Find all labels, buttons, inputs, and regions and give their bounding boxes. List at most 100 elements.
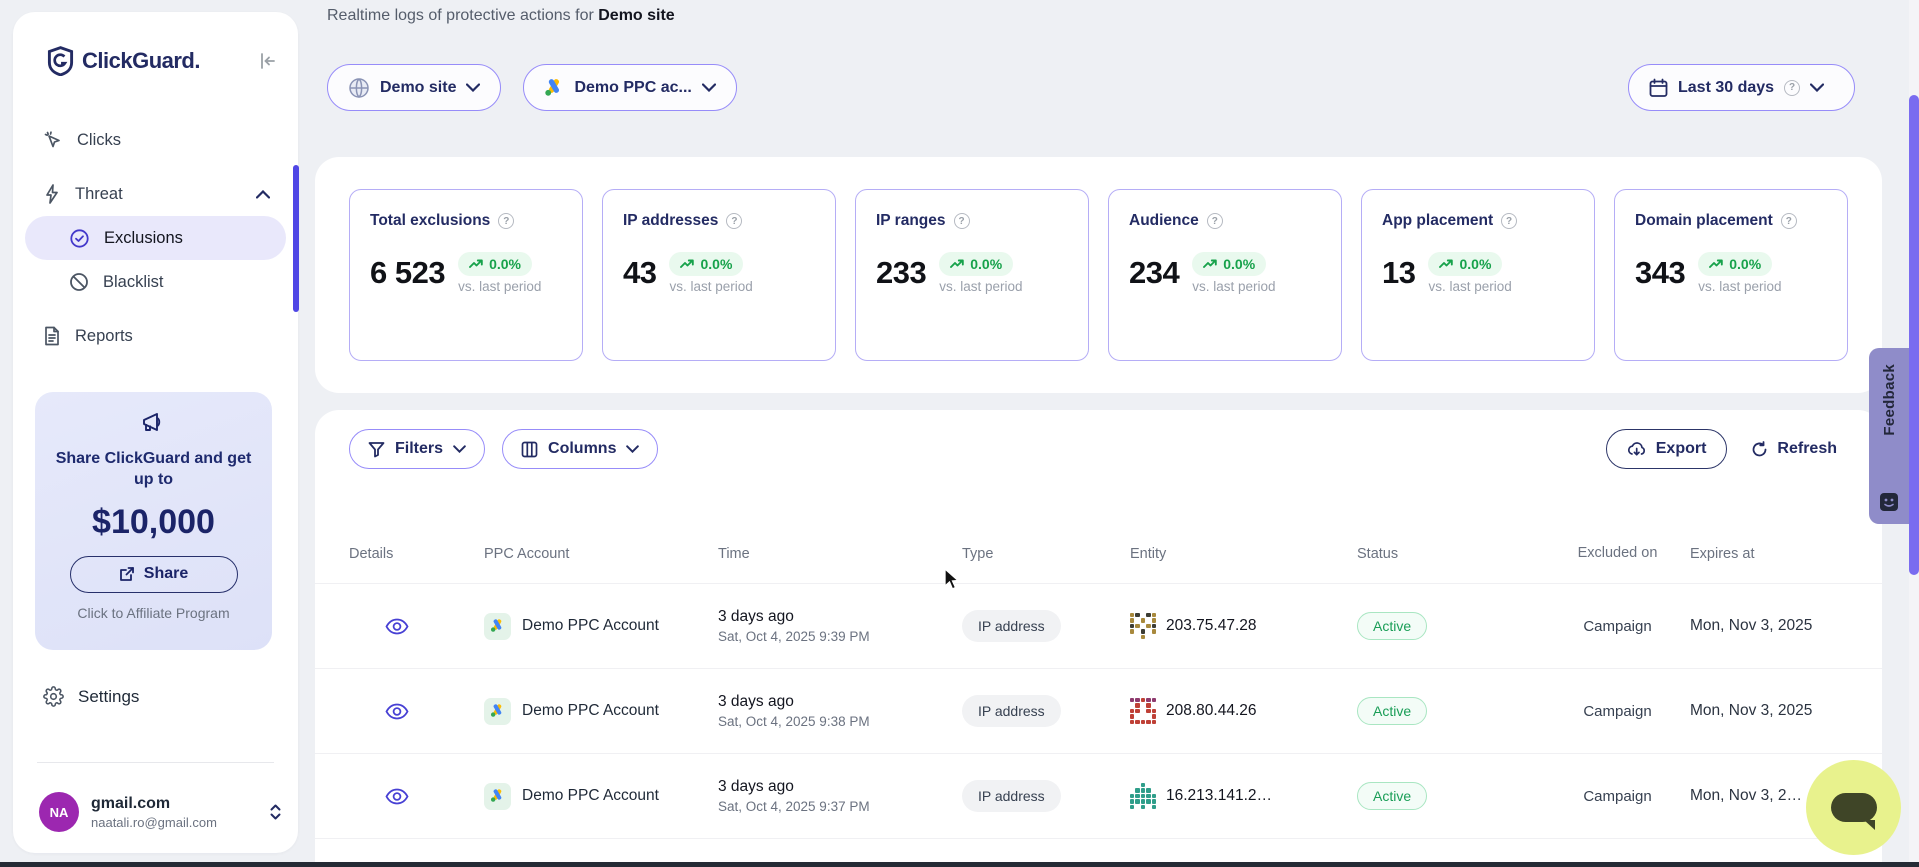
view-details-eye-icon[interactable] <box>385 618 484 635</box>
stat-value: 43 <box>623 255 656 291</box>
stat-card-4: App placement?130.0%vs. last period <box>1361 189 1595 361</box>
sort-chevrons-icon <box>269 802 282 822</box>
ppc-account-name: Demo PPC Account <box>522 787 659 805</box>
promo-amount: $10,000 <box>35 503 272 542</box>
chevron-down-icon <box>626 445 639 453</box>
stat-delta-badge: 0.0% <box>458 252 532 276</box>
stat-title-text: IP ranges <box>876 212 946 230</box>
filters-dropdown[interactable]: Filters <box>349 429 485 469</box>
stat-title-text: App placement <box>1382 212 1493 230</box>
sidebar-item-clicks[interactable]: Clicks <box>25 118 286 162</box>
sidebar-item-label: Exclusions <box>104 229 183 248</box>
chevron-down-icon <box>466 83 480 92</box>
stat-card-title: IP addresses? <box>623 212 815 230</box>
stat-title-text: Audience <box>1129 212 1199 230</box>
type-cell: IP address <box>962 780 1130 812</box>
cloud-download-icon <box>1627 441 1646 457</box>
page-scrollbar-thumb[interactable] <box>1909 95 1919 575</box>
affiliate-promo-card[interactable]: Share ClickGuard and get up to $10,000 S… <box>35 392 272 650</box>
status-badge: Active <box>1357 612 1427 640</box>
columns-label: Columns <box>548 440 616 458</box>
stat-caption: vs. last period <box>458 279 541 294</box>
sidebar-collapse-icon[interactable] <box>258 51 278 71</box>
trend-up-icon <box>1203 259 1217 269</box>
stat-value-row: 6 5230.0%vs. last period <box>370 252 562 294</box>
sidebar-scrollbar[interactable] <box>293 165 299 312</box>
sidebar-item-label: Reports <box>75 327 133 346</box>
help-icon: ? <box>726 213 742 229</box>
ban-icon <box>69 272 89 292</box>
stat-caption: vs. last period <box>1698 279 1781 294</box>
stat-delta-block: 0.0% vs. last period <box>458 252 541 294</box>
excluded-on-cell: Campaign <box>1545 703 1690 720</box>
sidebar-item-blacklist[interactable]: Blacklist <box>25 260 286 304</box>
trend-up-icon <box>1439 259 1453 269</box>
stat-card-title: App placement? <box>1382 212 1574 230</box>
stat-delta-block: 0.0%vs. last period <box>1192 252 1275 294</box>
site-selector-dropdown[interactable]: Demo site <box>327 64 501 111</box>
type-badge: IP address <box>962 780 1061 812</box>
gear-icon <box>43 686 64 707</box>
column-header-entity: Entity <box>1130 546 1357 562</box>
sidebar-item-threat[interactable]: Threat <box>25 172 286 216</box>
time-cell: 3 days agoSat, Oct 4, 2025 9:39 PM <box>718 608 962 644</box>
ppc-account-selector-dropdown[interactable]: Demo PPC ac... <box>523 64 736 111</box>
badge-check-icon <box>69 228 90 249</box>
time-full: Sat, Oct 4, 2025 9:37 PM <box>718 799 962 814</box>
calendar-icon <box>1649 78 1668 98</box>
page-subtitle: Realtime logs of protective actions for … <box>327 7 675 25</box>
sidebar-item-label: Threat <box>75 185 123 204</box>
view-details-eye-icon[interactable] <box>385 788 484 805</box>
user-menu[interactable]: NA gmail.com naatali.ro@gmail.com <box>39 792 282 832</box>
column-header-details: Details <box>349 546 484 562</box>
stat-delta-badge: 0.0% <box>1698 252 1772 276</box>
stat-card-2: IP ranges?2330.0%vs. last period <box>855 189 1089 361</box>
chevron-up-icon <box>256 190 270 199</box>
time-cell: 3 days agoSat, Oct 4, 2025 9:37 PM <box>718 778 962 814</box>
help-icon: ? <box>1784 80 1800 96</box>
time-full: Sat, Oct 4, 2025 9:38 PM <box>718 714 962 729</box>
subtitle-text: Realtime logs of protective actions for <box>327 7 598 24</box>
excluded-on-cell: Campaign <box>1545 618 1690 635</box>
feedback-tab[interactable]: Feedback <box>1869 348 1909 524</box>
stat-card-3: Audience?2340.0%vs. last period <box>1108 189 1342 361</box>
table-header-row: DetailsPPC AccountTimeTypeEntityStatusEx… <box>315 528 1882 580</box>
sidebar-item-exclusions[interactable]: Exclusions <box>25 216 286 260</box>
sidebar-item-label: Blacklist <box>103 273 164 292</box>
date-range-value: Last 30 days <box>1678 79 1774 97</box>
type-badge: IP address <box>962 695 1061 727</box>
chevron-down-icon <box>1810 83 1824 92</box>
chevron-down-icon <box>702 83 716 92</box>
stat-caption: vs. last period <box>939 279 1022 294</box>
settings-label: Settings <box>78 687 139 707</box>
window-bottom-edge <box>0 862 1919 867</box>
refresh-button[interactable]: Refresh <box>1751 440 1837 458</box>
help-icon: ? <box>1781 213 1797 229</box>
entity-identicon <box>1130 613 1156 639</box>
export-button[interactable]: Export <box>1606 429 1728 469</box>
date-range-dropdown[interactable]: Last 30 days ? <box>1628 64 1855 111</box>
stat-delta-block: 0.0%vs. last period <box>1428 252 1511 294</box>
column-header-excluded-on: Excluded on <box>1545 544 1690 564</box>
stat-value: 234 <box>1129 255 1179 291</box>
sidebar-item-reports[interactable]: Reports <box>25 314 286 358</box>
stat-delta-value: 0.0% <box>489 256 521 272</box>
sidebar-divider <box>37 762 274 763</box>
columns-dropdown[interactable]: Columns <box>502 429 658 469</box>
time-full: Sat, Oct 4, 2025 9:39 PM <box>718 629 962 644</box>
type-cell: IP address <box>962 695 1130 727</box>
chat-launcher-button[interactable] <box>1806 760 1901 855</box>
view-details-eye-icon[interactable] <box>385 703 484 720</box>
stat-delta-value: 0.0% <box>1223 256 1255 272</box>
stat-title-text: Domain placement <box>1635 212 1773 230</box>
sidebar-item-settings[interactable]: Settings <box>43 686 139 707</box>
refresh-icon <box>1751 441 1768 458</box>
share-button[interactable]: Share <box>70 556 238 593</box>
status-cell: Active <box>1357 782 1545 810</box>
columns-icon <box>521 441 538 458</box>
stat-delta-badge: 0.0% <box>939 252 1013 276</box>
trend-up-icon <box>1709 259 1723 269</box>
lightning-icon <box>43 184 61 204</box>
status-badge: Active <box>1357 782 1427 810</box>
stat-delta-value: 0.0% <box>1459 256 1491 272</box>
